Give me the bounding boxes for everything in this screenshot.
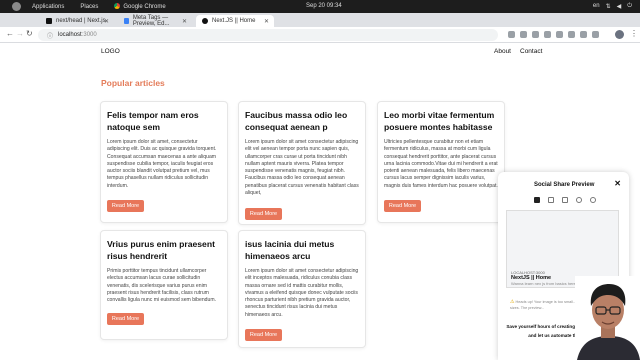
read-more-button[interactable]: Read More bbox=[107, 313, 144, 325]
pinterest-icon[interactable] bbox=[576, 197, 582, 203]
network-icon[interactable]: ⇅ bbox=[606, 3, 611, 10]
tab-next-head[interactable]: next/head | Next.js ✕ bbox=[40, 15, 114, 27]
extension-icon[interactable] bbox=[568, 31, 575, 38]
nav-contact[interactable]: Contact bbox=[520, 48, 542, 55]
article-card: Leo morbi vitae fermentum posuere montes… bbox=[377, 101, 505, 223]
article-card: isus lacinia dui metus himenaeos arcu Lo… bbox=[238, 230, 366, 348]
article-title[interactable]: Faucibus massa odio leo consequat aenean… bbox=[245, 109, 359, 133]
profile-avatar[interactable] bbox=[615, 30, 624, 39]
extension-icon[interactable] bbox=[508, 31, 515, 38]
close-icon[interactable]: ✕ bbox=[614, 179, 621, 188]
os-logo-icon[interactable] bbox=[12, 2, 21, 11]
warning-icon: ⚠ bbox=[510, 299, 515, 305]
section-title: Popular articles bbox=[101, 78, 165, 88]
chrome-menu[interactable]: Google Chrome bbox=[114, 3, 166, 10]
share-panel-title: Social Share Preview bbox=[534, 182, 595, 188]
article-title[interactable]: isus lacinia dui metus himenaeos arcu bbox=[245, 238, 359, 262]
read-more-button[interactable]: Read More bbox=[245, 329, 282, 341]
globe-favicon-icon bbox=[202, 18, 208, 24]
nav-about[interactable]: About bbox=[494, 48, 511, 55]
article-excerpt: Lorem ipsum dolor sit amet consectetur a… bbox=[245, 139, 359, 197]
article-title[interactable]: Vrius purus enim praesent risus hendreri… bbox=[107, 238, 221, 262]
volume-icon[interactable]: ◀ bbox=[617, 3, 622, 10]
read-more-button[interactable]: Read More bbox=[245, 208, 282, 220]
twitter-icon[interactable] bbox=[548, 197, 554, 203]
os-top-bar: Applications Places Google Chrome Sep 20… bbox=[0, 0, 640, 13]
linkedin-icon[interactable] bbox=[562, 197, 568, 203]
address-bar[interactable]: ⓘ localhost:3000 bbox=[38, 29, 498, 41]
article-card: Felis tempor nam eros natoque sem Lorem … bbox=[100, 101, 228, 223]
article-title[interactable]: Leo morbi vitae fermentum posuere montes… bbox=[384, 109, 498, 133]
site-logo[interactable]: LOGO bbox=[101, 48, 120, 55]
close-tab-icon[interactable]: ✕ bbox=[182, 18, 187, 25]
webcam-overlay bbox=[575, 276, 640, 360]
article-excerpt: Primis porttitor tempus tincidunt ullamc… bbox=[107, 268, 217, 304]
language-indicator[interactable]: en bbox=[593, 3, 600, 10]
back-icon[interactable]: ← bbox=[6, 29, 14, 38]
slack-icon[interactable] bbox=[590, 197, 596, 203]
reload-icon[interactable]: ↻ bbox=[26, 29, 33, 38]
article-card: Faucibus massa odio leo consequat aenean… bbox=[238, 101, 366, 225]
read-more-button[interactable]: Read More bbox=[107, 200, 144, 212]
extension-icon[interactable] bbox=[556, 31, 563, 38]
share-network-tabs bbox=[534, 197, 596, 203]
tab-meta-tags[interactable]: Meta Tags — Preview, Ed... ✕ bbox=[118, 15, 192, 27]
metatags-favicon-icon bbox=[124, 18, 129, 24]
article-card: Vrius purus enim praesent risus hendreri… bbox=[100, 230, 228, 340]
read-more-button[interactable]: Read More bbox=[384, 200, 421, 212]
article-excerpt: Lorem ipsum dolor sit amet consectetur a… bbox=[245, 268, 359, 318]
nextjs-favicon-icon bbox=[46, 18, 52, 24]
clock[interactable]: Sep 20 09:34 bbox=[306, 3, 342, 9]
forward-icon[interactable]: → bbox=[16, 29, 24, 38]
article-title[interactable]: Felis tempor nam eros natoque sem bbox=[107, 109, 221, 133]
preview-image bbox=[506, 210, 619, 268]
places-menu[interactable]: Places bbox=[80, 4, 98, 10]
extension-icon[interactable] bbox=[532, 31, 539, 38]
power-icon[interactable]: ⏻ bbox=[627, 3, 632, 10]
close-tab-icon[interactable]: ✕ bbox=[264, 18, 269, 25]
extension-icon[interactable] bbox=[580, 31, 587, 38]
extension-icon[interactable] bbox=[592, 31, 599, 38]
info-icon[interactable]: ⓘ bbox=[47, 31, 53, 40]
extension-icon[interactable] bbox=[544, 31, 551, 38]
tab-home[interactable]: Next.JS || Home ✕ bbox=[196, 15, 274, 27]
extension-icon[interactable] bbox=[520, 31, 527, 38]
facebook-icon[interactable] bbox=[534, 197, 540, 203]
close-tab-icon[interactable]: ✕ bbox=[104, 18, 109, 25]
browser-toolbar: ← → ↻ ⓘ localhost:3000 ⋮ bbox=[0, 27, 640, 43]
applications-menu[interactable]: Applications bbox=[32, 4, 64, 10]
more-menu-icon[interactable]: ⋮ bbox=[630, 29, 638, 38]
article-excerpt: Lorem ipsum dolor sit amet, consectetur … bbox=[107, 139, 217, 189]
article-excerpt: Ultricies pellentesque curabitur non et … bbox=[384, 139, 498, 189]
chrome-icon bbox=[114, 3, 121, 9]
tab-strip: next/head | Next.js ✕ Meta Tags — Previe… bbox=[0, 13, 640, 38]
